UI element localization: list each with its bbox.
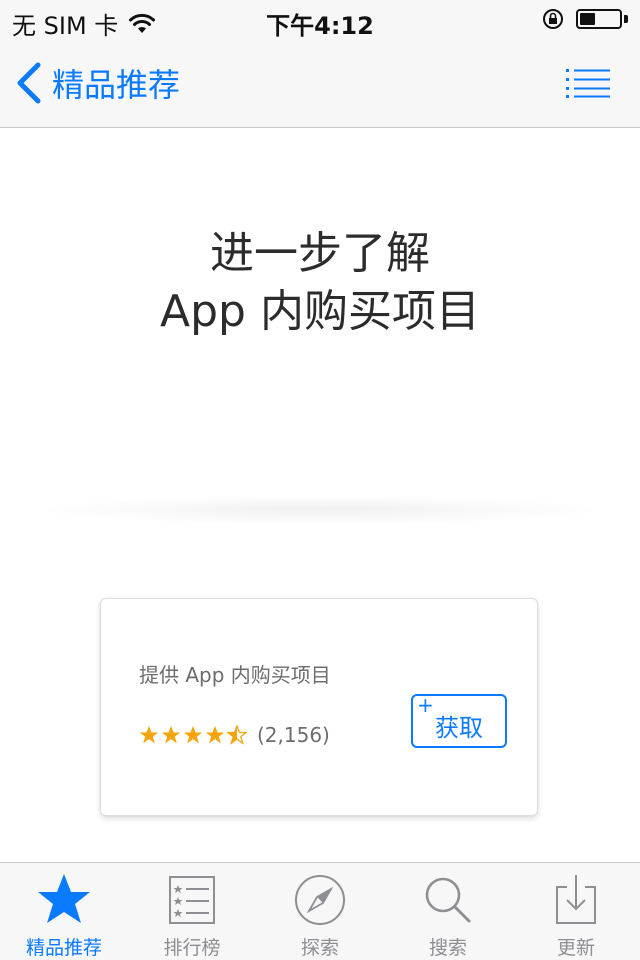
battery-fill [580,13,595,25]
divider-shadow [30,495,610,525]
star-full-icon [139,725,159,744]
nav-bar: 精品推荐 [0,40,640,128]
page-title: 进一步了解 App 内购买项目 [0,225,640,341]
star-half-icon [227,725,247,745]
title-line-1: 进一步了解 [210,228,430,279]
tab-label: 排行榜 [163,937,221,959]
tab-label: 更新 [556,937,595,959]
tab-explore[interactable]: 探索 [256,863,384,960]
chevron-left-icon [17,62,41,104]
update-download-icon [556,875,596,924]
tab-label: 探索 [300,937,339,959]
back-label: 精品推荐 [52,66,181,104]
tab-bar: 精品推荐 排行榜 探索 搜索 更新 [0,862,640,960]
tab-featured[interactable]: 精品推荐 [0,863,128,960]
tab-top-charts[interactable]: 排行榜 [128,863,256,960]
back-button[interactable]: 精品推荐 [14,60,180,106]
battery-icon [576,9,622,29]
rotation-lock-icon [543,9,563,29]
get-button-label: 获取 [435,714,483,742]
rating-stars: (2,156) [139,723,330,747]
compass-icon [295,875,345,925]
rating-count: (2,156) [257,723,330,747]
battery-tip [624,15,628,23]
star-full-icon [161,725,181,744]
get-button[interactable]: + 获取 [411,694,507,748]
iap-note: 提供 App 内购买项目 [139,663,331,687]
tab-label: 精品推荐 [25,937,102,959]
star-full-icon [183,725,203,744]
star-icon [38,874,90,923]
tab-label: 搜索 [428,937,467,959]
tab-updates[interactable]: 更新 [512,863,640,960]
ranking-list-icon [169,876,215,924]
app-card: 提供 App 内购买项目 (2,156) + 获取 [100,598,538,816]
search-icon [425,877,471,923]
star-full-icon [205,725,225,744]
list-icon[interactable] [566,68,610,98]
status-bar: 无 SIM 卡 下午4:12 [0,0,640,40]
status-right [542,8,628,30]
tab-search[interactable]: 搜索 [384,863,512,960]
title-line-2: App 内购买项目 [160,286,480,337]
